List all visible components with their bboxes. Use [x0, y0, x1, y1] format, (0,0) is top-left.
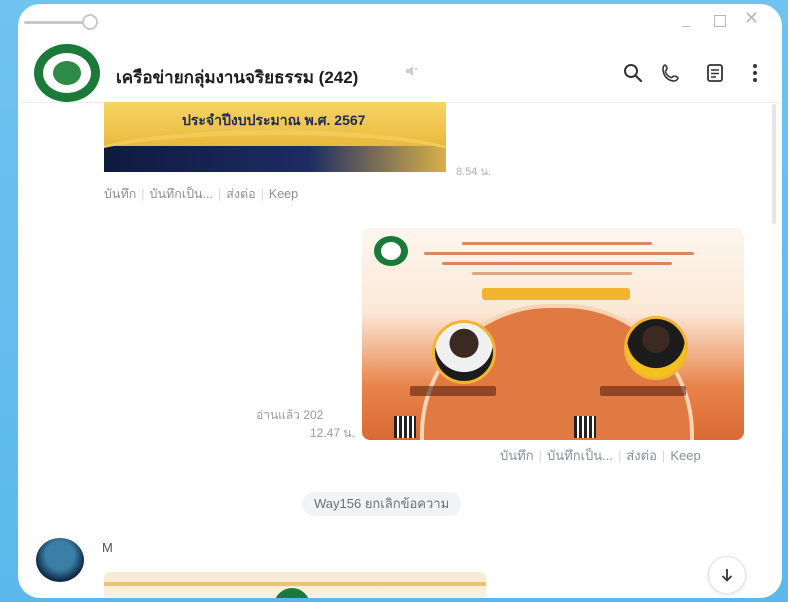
close-button[interactable]: ✕: [744, 9, 759, 27]
message-time: 8.54 น.: [456, 166, 492, 178]
title-bar: _ ✕: [18, 4, 782, 38]
save-as-link[interactable]: บันทึกเป็น...: [547, 448, 613, 463]
phone-icon: [662, 64, 679, 82]
image-message-1[interactable]: ประจำปีงบประมาณ พ.ศ. 2567: [104, 102, 446, 172]
pin-icon[interactable]: [82, 14, 98, 30]
image-message-2[interactable]: [362, 228, 744, 440]
save-as-link[interactable]: บันทึกเป็น...: [150, 187, 213, 201]
search-button[interactable]: [620, 60, 646, 86]
group-avatar[interactable]: [34, 44, 100, 102]
qr-code-2: [574, 416, 596, 438]
keep-link[interactable]: Keep: [269, 187, 298, 201]
image-caption: ประจำปีงบประมาณ พ.ศ. 2567: [182, 112, 366, 128]
moph-logo-icon: [274, 588, 310, 598]
qr-code-1: [394, 416, 416, 438]
forward-link[interactable]: ส่งต่อ: [226, 187, 255, 201]
chat-header: เครือข่ายกลุ่มงานจริยธรรม (242): [18, 38, 782, 103]
pin-slider-track[interactable]: [24, 21, 88, 24]
notes-icon: [707, 64, 723, 82]
maximize-button[interactable]: [714, 15, 726, 27]
more-icon: [753, 64, 757, 82]
scrollbar[interactable]: [772, 104, 776, 224]
avatar[interactable]: [36, 538, 84, 582]
group-logo-icon: [43, 53, 91, 93]
message-actions-1: บันทึก | บันทึกเป็น... | ส่งต่อ | Keep: [104, 187, 299, 201]
read-receipt: อ่านแล้ว 202: [256, 408, 324, 422]
save-link[interactable]: บันทึก: [500, 448, 534, 463]
search-icon: [624, 64, 643, 83]
call-button[interactable]: [658, 60, 684, 86]
minimize-button[interactable]: _: [682, 12, 690, 28]
message-time: 12.47 น.: [310, 426, 355, 440]
speaker-photo-2: [624, 316, 688, 380]
unsend-notice: Way156 ยกเลิกข้อความ: [302, 492, 462, 516]
chat-window: _ ✕ เครือข่ายกลุ่มงานจริยธรรม (242) ประจ…: [18, 4, 782, 598]
speaker-photo-1: [432, 320, 496, 384]
moph-logo-icon: [374, 236, 408, 266]
message-actions-2: บันทึก | บันทึกเป็น... | ส่งต่อ | Keep: [500, 448, 701, 463]
keep-link[interactable]: Keep: [670, 448, 700, 463]
notes-button[interactable]: [702, 60, 728, 86]
image-message-3[interactable]: [104, 572, 486, 598]
save-link[interactable]: บันทึก: [104, 187, 136, 201]
arrow-down-icon: [721, 569, 733, 582]
more-options-button[interactable]: [742, 60, 768, 86]
scroll-to-bottom-button[interactable]: [708, 556, 746, 594]
forward-link[interactable]: ส่งต่อ: [626, 448, 657, 463]
sender-name: M: [102, 540, 113, 555]
speaker-muted-icon: [404, 64, 418, 81]
chat-title[interactable]: เครือข่ายกลุ่มงานจริยธรรม (242): [116, 64, 358, 91]
